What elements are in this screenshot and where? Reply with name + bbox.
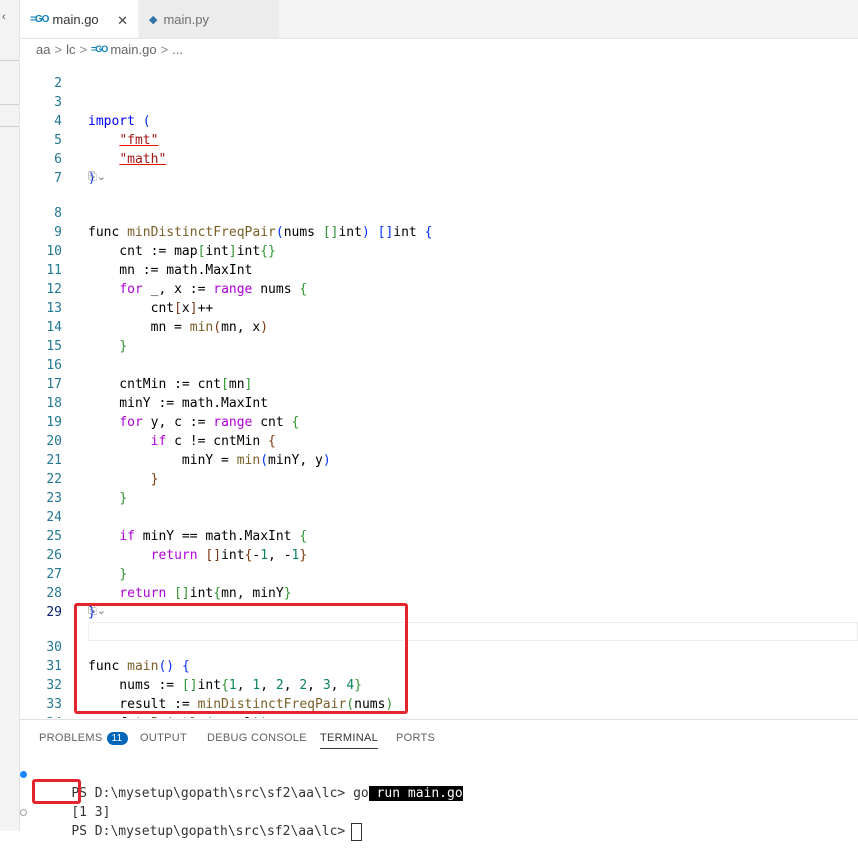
code-line: 13 mn = min(mn, x) bbox=[20, 280, 858, 335]
line-number: 34 bbox=[20, 714, 62, 718]
tab-bar: =GO main.go ✕ ◆ main.py bbox=[20, 0, 858, 39]
chevron-right-icon: > bbox=[79, 41, 88, 57]
annotation-box-output bbox=[32, 779, 81, 804]
tab-ports[interactable]: PORTS bbox=[396, 732, 435, 744]
tab-debug-console[interactable]: DEBUG CONSOLE bbox=[207, 732, 307, 744]
divider bbox=[0, 126, 19, 127]
divider bbox=[0, 60, 19, 61]
code-text: fmt.Println(result) bbox=[88, 714, 268, 718]
tab-main-py[interactable]: ◆ main.py bbox=[139, 0, 279, 38]
code-line: 6 ) bbox=[20, 131, 858, 186]
tab-problems[interactable]: PROBLEMS 11 bbox=[39, 732, 128, 745]
tab-label: main.go bbox=[52, 12, 99, 27]
breadcrumb-item[interactable]: lc bbox=[66, 42, 75, 57]
code-line-current: 29 bbox=[20, 584, 858, 641]
code-line: 23 bbox=[20, 470, 858, 506]
breadcrumb: aa > lc > =GO main.go > ... bbox=[36, 38, 183, 60]
code-line: 19 if c != cntMin { bbox=[20, 394, 858, 449]
annotation-box-main-func bbox=[74, 603, 408, 714]
code-line: 5 "math" bbox=[20, 112, 858, 167]
code-line: 7 bbox=[20, 150, 858, 186]
references-icon[interactable]: ⎘⌄ bbox=[88, 170, 106, 183]
code-line: 21 } bbox=[20, 432, 858, 487]
code-line: 27 return []int{mn, minY} bbox=[20, 546, 858, 601]
code-line: 4 "fmt" bbox=[20, 93, 858, 148]
code-line: 16 cntMin := cnt[mn] bbox=[20, 337, 858, 392]
panel-tabs: PROBLEMS 11 OUTPUT DEBUG CONSOLE TERMINAL… bbox=[20, 720, 858, 758]
divider bbox=[0, 104, 19, 105]
command-idle-dot-icon[interactable] bbox=[20, 809, 27, 816]
code-lens[interactable]: ⎘⌄ bbox=[88, 167, 106, 186]
breadcrumb-item[interactable]: aa bbox=[36, 42, 50, 57]
tab-output[interactable]: OUTPUT bbox=[140, 732, 187, 744]
code-line: 2 bbox=[20, 60, 858, 91]
go-file-icon: =GO bbox=[30, 14, 49, 25]
code-line: 9 cnt := map[int]int{} bbox=[20, 204, 858, 259]
problems-count-badge: 11 bbox=[106, 732, 128, 745]
chevron-left-icon[interactable]: ‹ bbox=[2, 11, 6, 23]
code-line: 28 } bbox=[20, 565, 858, 620]
code-line: 10 mn := math.MaxInt bbox=[20, 223, 858, 278]
bottom-panel: PROBLEMS 11 OUTPUT DEBUG CONSOLE TERMINAL… bbox=[20, 719, 858, 841]
tab-terminal[interactable]: TERMINAL bbox=[320, 732, 379, 749]
python-file-icon: ◆ bbox=[149, 13, 158, 26]
code-line: 11 for _, x := range nums { bbox=[20, 242, 858, 297]
code-line: 15 bbox=[20, 318, 858, 354]
code-line: 12 cnt[x]++ bbox=[20, 261, 858, 316]
terminal-cursor bbox=[351, 822, 363, 841]
code-line: 22 } bbox=[20, 451, 858, 506]
command-success-dot-icon[interactable] bbox=[20, 771, 27, 778]
terminal-output[interactable]: [1 3] bbox=[40, 784, 858, 820]
terminal-line[interactable]: PS D:\mysetup\gopath\src\sf2\aa\lc> go r… bbox=[20, 765, 858, 801]
code-line: 26 } bbox=[20, 527, 858, 582]
go-file-icon: =GO bbox=[91, 44, 108, 54]
activity-strip: ‹ bbox=[0, 0, 20, 831]
code-line: 25 return []int{-1, -1} bbox=[20, 508, 858, 563]
chevron-right-icon: > bbox=[160, 41, 169, 57]
tab-main-go[interactable]: =GO main.go ✕ bbox=[20, 0, 138, 38]
close-icon[interactable]: ✕ bbox=[117, 13, 128, 29]
tab-label: PROBLEMS bbox=[39, 732, 103, 744]
breadcrumb-item[interactable]: ... bbox=[172, 42, 183, 57]
code-line: 8 func minDistinctFreqPair(nums []int) [… bbox=[20, 185, 858, 240]
tab-label: main.py bbox=[163, 11, 209, 27]
breadcrumb-item[interactable]: main.go bbox=[110, 42, 156, 57]
code-line: 18 for y, c := range cnt { bbox=[20, 375, 858, 430]
terminal-prompt: PS D:\mysetup\gopath\src\sf2\aa\lc> bbox=[71, 824, 346, 839]
code-line: 14 } bbox=[20, 299, 858, 354]
code-line: 17 minY := math.MaxInt bbox=[20, 356, 858, 411]
chevron-right-icon: > bbox=[54, 41, 63, 57]
code-line: 24 if minY == math.MaxInt { bbox=[20, 489, 858, 544]
terminal-line[interactable]: PS D:\mysetup\gopath\src\sf2\aa\lc> bbox=[20, 803, 858, 841]
code-line: 20 minY = min(minY, y) bbox=[20, 413, 858, 468]
code-line: 3 import ( bbox=[20, 74, 858, 129]
